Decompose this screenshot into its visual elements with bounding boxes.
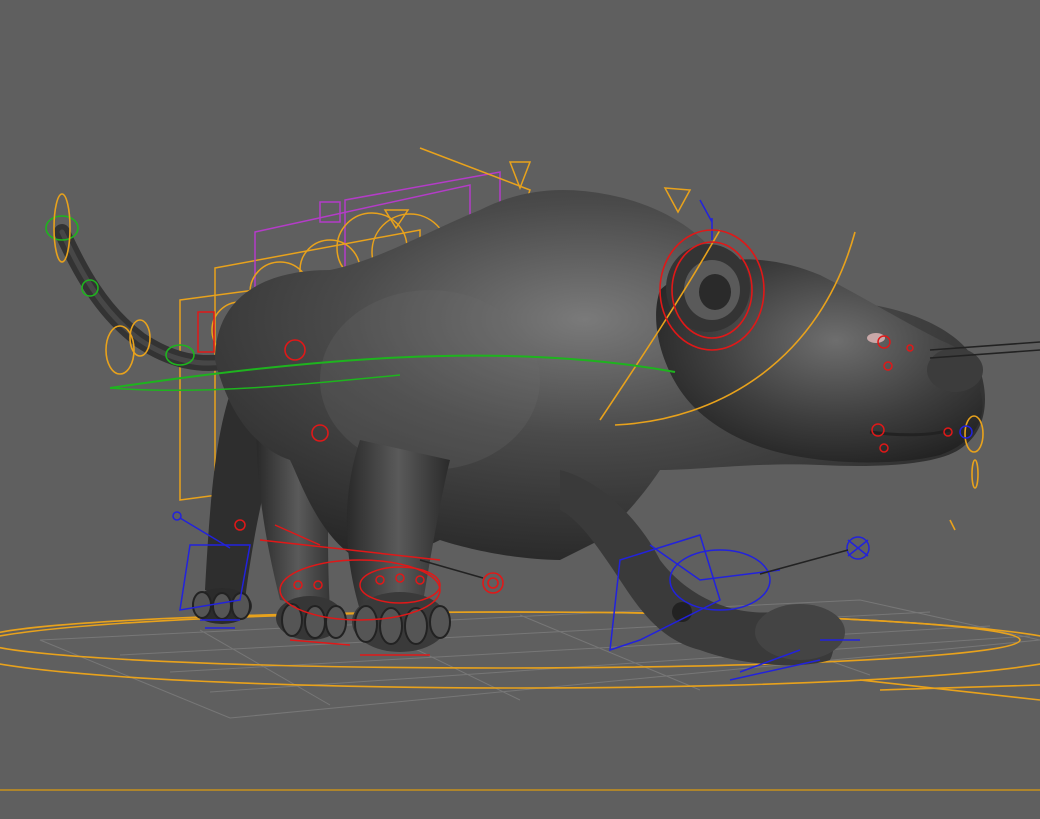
world-control[interactable]	[0, 611, 1040, 701]
tail-ik-ring[interactable]	[45, 193, 195, 375]
rig-scene[interactable]	[0, 0, 1040, 819]
3d-viewport[interactable]	[0, 0, 1040, 819]
tail	[54, 224, 243, 372]
